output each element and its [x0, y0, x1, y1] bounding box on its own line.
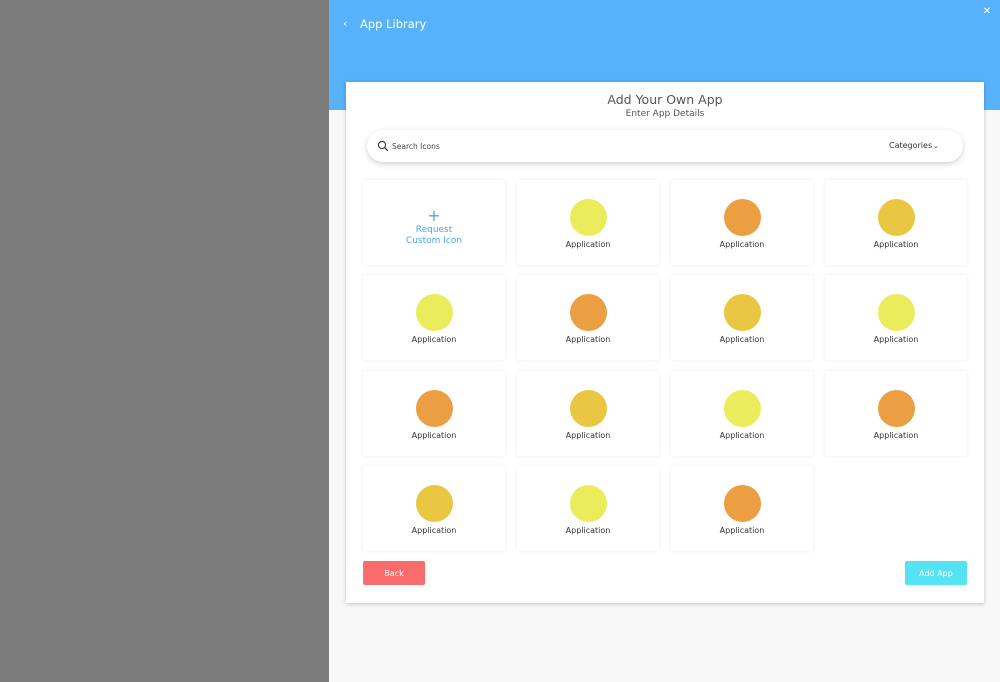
app-label: Application [565, 526, 611, 535]
app-icon [570, 294, 607, 331]
app-icon [724, 294, 761, 331]
app-label: Application [565, 431, 611, 440]
card-title: Add Your Own App [607, 92, 723, 107]
app-tile[interactable]: Application [363, 466, 505, 551]
app-label: Application [719, 526, 765, 535]
app-tile[interactable]: Application [825, 275, 967, 360]
plus-icon: + [427, 206, 441, 225]
app-tile[interactable]: Application [671, 180, 813, 265]
app-label: Application [411, 431, 457, 440]
app-label: Application [719, 431, 765, 440]
back-button[interactable]: Back [363, 561, 425, 585]
add-app-card: Add Your Own App Enter App Details Categ… [346, 82, 984, 603]
app-tile[interactable]: Application [825, 371, 967, 456]
app-label: Application [411, 526, 457, 535]
app-icon [878, 199, 915, 236]
app-icon-grid: + Request Custom Icon Application Applica… [363, 180, 967, 552]
app-label: Application [873, 431, 919, 440]
app-label: Application [873, 240, 919, 249]
search-bar: Categories ⌄ [367, 130, 963, 162]
request-label-line1: Request [415, 225, 453, 235]
chevron-down-icon: ⌄ [933, 142, 939, 150]
close-icon[interactable]: ✕ [980, 5, 994, 19]
request-custom-icon-tile[interactable]: + Request Custom Icon [363, 180, 505, 265]
app-icon [416, 390, 453, 427]
app-label: Application [411, 335, 457, 344]
app-icon [416, 294, 453, 331]
search-icon [377, 140, 389, 152]
app-label: Application [565, 240, 611, 249]
request-label-line2: Custom Icon [405, 236, 463, 246]
app-library-panel: ‹ App Library ✕ Add Your Own App Enter A… [329, 0, 1000, 682]
app-icon [878, 390, 915, 427]
add-app-button[interactable]: Add App [905, 561, 967, 585]
backdrop-overlay[interactable] [0, 0, 329, 682]
app-icon [724, 485, 761, 522]
chevron-left-icon[interactable]: ‹ [343, 16, 355, 32]
app-icon [724, 199, 761, 236]
app-tile[interactable]: Application [671, 371, 813, 456]
app-tile[interactable]: Application [517, 275, 659, 360]
app-tile[interactable]: Application [671, 466, 813, 551]
app-tile[interactable]: Application [825, 180, 967, 265]
app-icon [878, 294, 915, 331]
app-icon [724, 390, 761, 427]
search-input[interactable] [392, 138, 862, 154]
panel-title: App Library [360, 17, 427, 31]
app-tile[interactable]: Application [517, 180, 659, 265]
app-icon [416, 485, 453, 522]
app-tile[interactable]: Application [363, 371, 505, 456]
app-label: Application [719, 335, 765, 344]
app-icon [570, 199, 607, 236]
app-tile[interactable]: Application [671, 275, 813, 360]
app-tile[interactable]: Application [517, 371, 659, 456]
app-tile[interactable]: Application [517, 466, 659, 551]
card-subtitle: Enter App Details [625, 109, 705, 119]
app-label: Application [719, 240, 765, 249]
app-icon [570, 390, 607, 427]
categories-label: Categories [889, 141, 933, 150]
app-tile[interactable]: Application [363, 275, 505, 360]
request-label: Request Custom Icon [363, 225, 505, 247]
app-label: Application [873, 335, 919, 344]
categories-dropdown[interactable]: Categories ⌄ [889, 139, 949, 153]
app-label: Application [565, 335, 611, 344]
app-icon [570, 485, 607, 522]
